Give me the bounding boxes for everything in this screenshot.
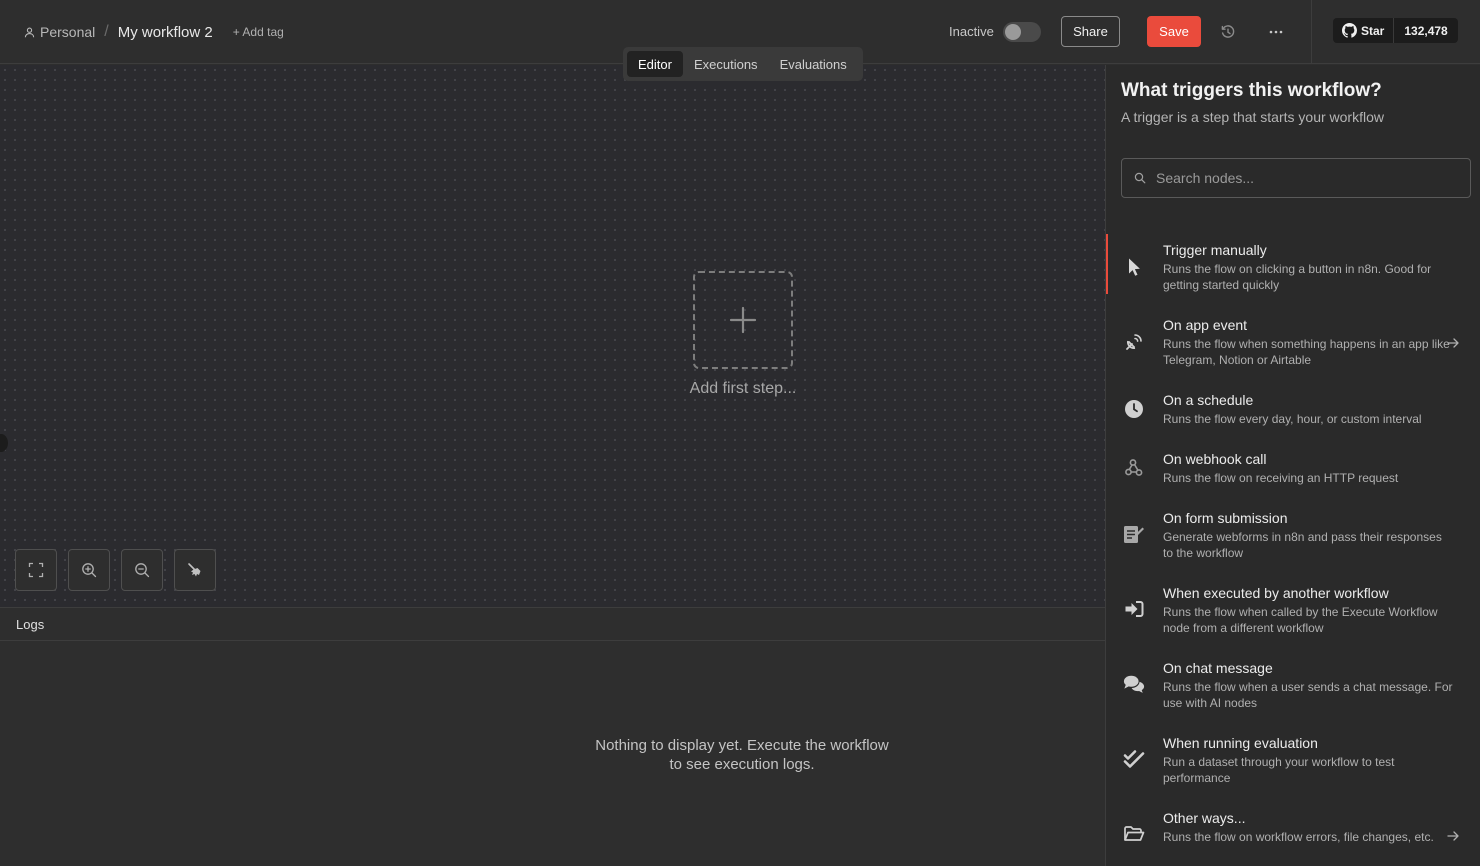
zoom-out-button[interactable] [121, 549, 163, 591]
github-star-button[interactable]: Star 132,478 [1333, 18, 1458, 43]
active-toggle[interactable] [1003, 22, 1041, 42]
trigger-item-chat[interactable]: On chat message Runs the flow when a use… [1106, 660, 1480, 710]
arrow-right-icon [1447, 338, 1459, 348]
trigger-item-description: Runs the flow on workflow errors, file c… [1163, 830, 1434, 844]
breadcrumb-separator: / [104, 23, 109, 40]
share-button[interactable]: Share [1061, 16, 1120, 47]
search-icon [1134, 172, 1146, 184]
toggle-knob [1005, 24, 1021, 40]
breadcrumb-project-label: Personal [40, 24, 96, 40]
clock-icon [1123, 398, 1145, 420]
trigger-item-description: Runs the flow when called by the Execute… [1163, 605, 1438, 635]
canvas-edge-handle[interactable] [0, 434, 8, 452]
trigger-item-description: Generate webforms in n8n and pass their … [1163, 530, 1442, 560]
canvas-controls [15, 549, 227, 591]
trigger-item-description: Runs the flow on receiving an HTTP reque… [1163, 471, 1399, 485]
breadcrumb: Personal / My workflow 2 + Add tag [24, 0, 284, 64]
node-search [1121, 158, 1471, 198]
chat-icon [1123, 673, 1145, 695]
sign-in-icon [1123, 598, 1145, 620]
trigger-item-title: On webhook call [1163, 451, 1267, 467]
trigger-item-manual[interactable]: Trigger manually Runs the flow on clicki… [1106, 234, 1480, 294]
plus-icon [729, 306, 757, 334]
breadcrumb-project[interactable]: Personal [24, 24, 95, 40]
header-divider [1311, 0, 1312, 64]
trigger-item-description: Runs the flow when something happens in … [1163, 337, 1450, 367]
history-icon[interactable] [1220, 24, 1236, 40]
github-star-label: Star [1361, 23, 1385, 38]
github-icon [1342, 23, 1357, 38]
tidy-up-button[interactable] [174, 549, 216, 591]
logs-panel: Nothing to display yet. Execute the work… [0, 641, 1105, 866]
trigger-item-title: Trigger manually [1163, 242, 1267, 258]
add-tag-button[interactable]: + Add tag [233, 25, 284, 39]
trigger-item-title: When running evaluation [1163, 735, 1318, 751]
zoom-out-icon [135, 563, 150, 578]
logs-header[interactable]: Logs [0, 607, 1105, 641]
trigger-item-title: On a schedule [1163, 392, 1254, 408]
trigger-panel: What triggers this workflow? A trigger i… [1105, 65, 1480, 866]
trigger-item-other-ways[interactable]: Other ways... Runs the flow on workflow … [1106, 810, 1480, 854]
broom-icon [188, 563, 201, 577]
trigger-item-title: Other ways... [1163, 810, 1246, 826]
tab-evaluations[interactable]: Evaluations [769, 51, 858, 77]
trigger-item-form[interactable]: On form submission Generate webforms in … [1106, 510, 1480, 560]
webhook-icon [1123, 457, 1145, 479]
form-icon [1123, 523, 1145, 545]
view-tabs: Editor Executions Evaluations [623, 47, 863, 81]
active-status-label: Inactive [949, 24, 994, 39]
workflow-name[interactable]: My workflow 2 [118, 24, 213, 41]
trigger-item-title: When executed by another workflow [1163, 585, 1389, 601]
arrow-right-icon [1447, 831, 1459, 841]
panel-title: What triggers this workflow? [1121, 80, 1382, 101]
folder-open-icon [1123, 823, 1145, 845]
zoom-in-button[interactable] [68, 549, 110, 591]
fit-view-icon [28, 562, 44, 578]
zoom-to-fit-button[interactable] [15, 549, 57, 591]
tab-executions[interactable]: Executions [683, 51, 769, 77]
panel-subtitle: A trigger is a step that starts your wor… [1121, 109, 1384, 125]
trigger-item-webhook[interactable]: On webhook call Runs the flow on receivi… [1106, 451, 1480, 485]
check-double-icon [1123, 748, 1145, 770]
trigger-item-description: Runs the flow every day, hour, or custom… [1163, 412, 1422, 426]
trigger-item-another-workflow[interactable]: When executed by another workflow Runs t… [1106, 585, 1480, 635]
github-star-label-wrap: Star [1333, 18, 1395, 43]
trigger-item-description: Runs the flow on clicking a button in n8… [1163, 262, 1432, 292]
add-first-step-label: Add first step... [689, 380, 797, 397]
trigger-item-app-event[interactable]: On app event Runs the flow when somethin… [1106, 317, 1480, 367]
trigger-item-description: Run a dataset through your workflow to t… [1163, 755, 1395, 785]
workflow-canvas[interactable]: Add first step... [0, 65, 1105, 607]
cursor-icon [1123, 256, 1145, 278]
logs-title: Logs [16, 617, 45, 632]
satellite-dish-icon [1123, 331, 1145, 353]
save-button[interactable]: Save [1147, 16, 1201, 47]
logs-empty-message: Nothing to display yet. Execute the work… [595, 737, 889, 773]
trigger-item-title: On form submission [1163, 510, 1288, 526]
search-input[interactable] [1156, 170, 1446, 186]
more-options-icon[interactable] [1268, 24, 1284, 40]
trigger-item-schedule[interactable]: On a schedule Runs the flow every day, h… [1106, 392, 1480, 426]
trigger-item-evaluation[interactable]: When running evaluation Run a dataset th… [1106, 735, 1480, 785]
trigger-item-title: On chat message [1163, 660, 1273, 676]
add-first-step-button[interactable] [693, 271, 793, 369]
trigger-item-description: Runs the flow when a user sends a chat m… [1163, 680, 1453, 710]
trigger-item-title: On app event [1163, 317, 1248, 333]
tab-editor[interactable]: Editor [627, 51, 683, 77]
github-star-count: 132,478 [1394, 18, 1458, 43]
user-icon [24, 27, 35, 37]
zoom-in-icon [82, 563, 97, 578]
